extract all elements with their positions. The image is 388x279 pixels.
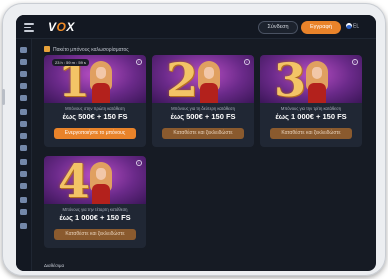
- support-icon[interactable]: [20, 209, 27, 215]
- promo-icon[interactable]: [20, 95, 27, 101]
- countdown-timer: 23 h : 59 m : 59 s: [52, 59, 89, 66]
- vip-icon[interactable]: [20, 171, 27, 177]
- language-label: EL: [353, 23, 360, 30]
- card-image: 2 i: [152, 55, 254, 103]
- hostess-illustration: [88, 61, 114, 103]
- menu-icon[interactable]: [24, 23, 34, 32]
- card-image: 4 i: [44, 156, 146, 204]
- tablet-frame: VOX Σύνδεση Εγγραφή EL Πακέτο μπόνους κα…: [2, 3, 386, 276]
- card-description: Μπόνους για την τέταρτη κατάθεση: [62, 207, 128, 212]
- language-selector[interactable]: EL: [346, 23, 359, 29]
- flag-icon: [346, 23, 352, 29]
- deposit-unlock-button[interactable]: Καταθέστε και ξεκλειδώστε: [54, 229, 136, 240]
- card-description: Μπόνους για την τρίτη κατάθεση: [280, 106, 342, 111]
- home-icon[interactable]: [20, 47, 27, 53]
- bonus-card-3: 3 i Μπόνους για την τρίτη κατάθεση έως 1…: [260, 55, 362, 147]
- activate-bonus-button[interactable]: Ενεργοποιήστε το μπόνους: [54, 128, 136, 139]
- casino-icon[interactable]: [20, 71, 27, 77]
- hostess-illustration: [196, 61, 222, 103]
- live-icon[interactable]: [20, 83, 27, 89]
- logo[interactable]: VOX: [48, 20, 75, 34]
- card-amount: έως 500€ + 150 FS: [170, 112, 236, 121]
- games-icon[interactable]: [20, 109, 27, 115]
- card-image: 3 i: [260, 55, 362, 103]
- hostess-illustration: [304, 61, 330, 103]
- bonus-card-2: 2 i Μπόνους για τη δεύτερη κατάθεση έως …: [152, 55, 254, 147]
- top-header: VOX Σύνδεση Εγγραφή EL: [16, 15, 376, 39]
- sport-icon[interactable]: [20, 133, 27, 139]
- info-icon[interactable]: i: [136, 59, 142, 65]
- bonus-card-1: 1 23 h : 59 m : 59 s i Μπόνους στην πρώτ…: [44, 55, 146, 147]
- payments-icon[interactable]: [20, 159, 27, 165]
- register-button[interactable]: Εγγραφή: [301, 21, 341, 34]
- gift-icon: [44, 46, 50, 52]
- breadcrumb-label: Πακέτο μπόνους καλωσορίσματος: [53, 47, 129, 53]
- login-button[interactable]: Σύνδεση: [258, 21, 298, 34]
- info-icon[interactable]: i: [244, 59, 250, 65]
- card-description: Μπόνους για τη δεύτερη κατάθεση: [171, 106, 235, 111]
- deposit-unlock-button[interactable]: Καταθέστε και ξεκλειδώστε: [270, 128, 352, 139]
- card-number: 3: [274, 55, 307, 103]
- card-image: 1 23 h : 59 m : 59 s i: [44, 55, 146, 103]
- tablet-side-button: [2, 89, 5, 105]
- info-icon[interactable]: i: [352, 59, 358, 65]
- info-icon[interactable]: i: [136, 160, 142, 166]
- available-section-label: Διαθέσιμα: [44, 263, 65, 268]
- deposit-unlock-button[interactable]: Καταθέστε και ξεκλειδώστε: [162, 128, 244, 139]
- breadcrumb: Πακέτο μπόνους καλωσορίσματος: [44, 45, 129, 55]
- bonus-card-4: 4 i Μπόνους για την τέταρτη κατάθεση έως…: [44, 156, 146, 248]
- settings-icon[interactable]: [20, 223, 27, 229]
- tournament-icon[interactable]: [20, 183, 27, 189]
- slot-icon[interactable]: [20, 59, 27, 65]
- chat-icon[interactable]: [20, 145, 27, 151]
- card-description: Μπόνους στην πρώτη κατάθεση: [65, 106, 125, 111]
- screen: VOX Σύνδεση Εγγραφή EL Πακέτο μπόνους κα…: [16, 15, 376, 271]
- card-number: 4: [58, 156, 91, 204]
- card-amount: έως 1 000€ + 150 FS: [275, 112, 347, 121]
- cards-icon[interactable]: [20, 121, 27, 127]
- sidebar: [16, 39, 32, 271]
- hostess-illustration: [88, 162, 114, 204]
- card-amount: έως 1 000€ + 150 FS: [59, 213, 131, 222]
- card-number: 2: [166, 55, 199, 103]
- card-amount: έως 500€ + 150 FS: [62, 112, 128, 121]
- info-icon[interactable]: [20, 197, 27, 203]
